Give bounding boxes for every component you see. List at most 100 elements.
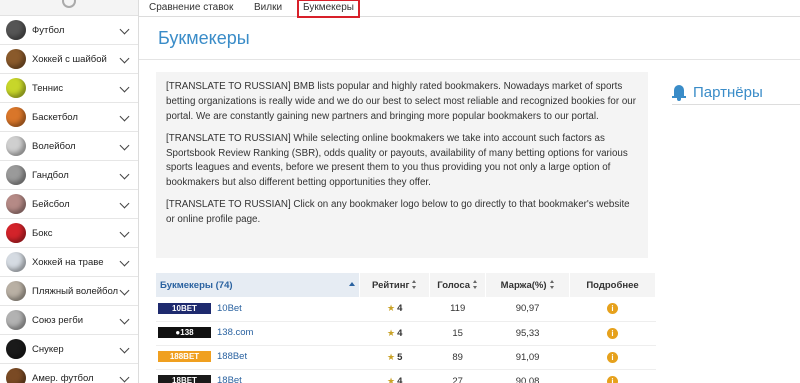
sort-icon bbox=[549, 280, 555, 290]
page-title: Букмекеры bbox=[158, 28, 250, 48]
sidebar-item-sport[interactable]: Волейбол bbox=[0, 132, 138, 161]
margin-cell: 90,97 bbox=[485, 297, 570, 322]
chevron-down-icon[interactable] bbox=[119, 24, 130, 35]
sidebar-item-sport[interactable]: Бейсбол bbox=[0, 190, 138, 219]
column-header-margin[interactable]: Маржа(%) bbox=[485, 273, 571, 297]
rating-cell: ★ 4 bbox=[359, 369, 430, 383]
sidebar-item-sport[interactable]: Бокс bbox=[0, 219, 138, 248]
volleyball-icon bbox=[6, 136, 26, 156]
sidebar-item-sport[interactable]: Пляжный волейбол bbox=[0, 277, 138, 306]
info-icon[interactable]: i bbox=[607, 303, 619, 315]
baseball-icon bbox=[6, 194, 26, 214]
chevron-down-icon[interactable] bbox=[119, 53, 130, 64]
partners-heading: Партнёры bbox=[672, 81, 800, 105]
chevron-down-icon[interactable] bbox=[119, 140, 130, 151]
chevron-down-icon[interactable] bbox=[119, 343, 130, 354]
table-row: 10BET 10Bet ★ 4 119 90,97 i bbox=[156, 297, 656, 322]
sidebar-item-sport[interactable]: Хоккей с шайбой bbox=[0, 45, 138, 74]
rating-cell: ★ 5 bbox=[359, 345, 430, 370]
intro-paragraph: [TRANSLATE TO RUSSIAN] Click on any book… bbox=[166, 199, 630, 226]
sidebar-collapse-handle[interactable] bbox=[0, 0, 138, 16]
chevron-down-icon[interactable] bbox=[119, 285, 130, 296]
chevron-down-icon[interactable] bbox=[119, 372, 130, 383]
sidebar-item-sport[interactable]: Союз регби bbox=[0, 306, 138, 335]
bookmaker-logo[interactable]: ●138 bbox=[158, 327, 211, 339]
rugby-icon bbox=[6, 310, 26, 330]
bookmaker-logo[interactable]: 18BET bbox=[158, 375, 211, 383]
sidebar-item-sport[interactable]: Снукер bbox=[0, 335, 138, 364]
table-row: 188BET 188Bet ★ 5 89 91,09 i bbox=[156, 345, 656, 370]
table-row: ●138 138.com ★ 4 15 95,33 i bbox=[156, 321, 656, 346]
sort-icon bbox=[412, 280, 417, 290]
search-icon[interactable] bbox=[62, 0, 76, 8]
star-icon: ★ bbox=[387, 351, 396, 362]
sidebar-item-sport[interactable]: Теннис bbox=[0, 74, 138, 103]
chevron-down-icon[interactable] bbox=[119, 111, 130, 122]
beach-volleyball-icon bbox=[6, 281, 26, 301]
margin-cell: 91,09 bbox=[485, 345, 570, 370]
bookmaker-link[interactable]: 18Bet bbox=[217, 375, 242, 383]
sidebar-item-label: Пляжный волейбол bbox=[32, 285, 119, 297]
sidebar-item-label: Хоккей с шайбой bbox=[32, 53, 107, 65]
bookmaker-logo[interactable]: 188BET bbox=[158, 351, 211, 363]
chevron-down-icon[interactable] bbox=[119, 227, 130, 238]
sidebar-item-sport[interactable]: Хоккей на траве bbox=[0, 248, 138, 277]
votes-cell: 27 bbox=[429, 369, 486, 383]
sidebar-item-label: Гандбол bbox=[32, 169, 69, 181]
tab-arbitrage[interactable]: Вилки bbox=[250, 0, 286, 17]
sidebar-item-label: Волейбол bbox=[32, 140, 76, 152]
sport-list: Футбол Хоккей с шайбой Теннис Баскетбол Воле… bbox=[0, 16, 138, 383]
rating-cell: ★ 4 bbox=[359, 297, 430, 322]
sidebar-item-label: Союз регби bbox=[32, 314, 84, 326]
sidebar-item-sport[interactable]: Баскетбол bbox=[0, 103, 138, 132]
chevron-down-icon[interactable] bbox=[119, 256, 130, 267]
boxing-icon bbox=[6, 223, 26, 243]
bookmaker-logo[interactable]: 10BET bbox=[158, 303, 211, 315]
intro-box: [TRANSLATE TO RUSSIAN] BMB lists popular… bbox=[156, 72, 648, 258]
info-icon[interactable]: i bbox=[607, 327, 619, 339]
sort-icon bbox=[473, 280, 478, 290]
sidebar-item-label: Теннис bbox=[32, 82, 64, 94]
info-icon[interactable]: i bbox=[607, 375, 619, 383]
column-header-bookmakers[interactable]: Букмекеры (74) bbox=[156, 273, 361, 297]
sidebar-item-sport[interactable]: Футбол bbox=[0, 16, 138, 45]
football-icon bbox=[6, 20, 26, 40]
intro-paragraph: [TRANSLATE TO RUSSIAN] BMB lists popular… bbox=[166, 81, 636, 122]
chevron-down-icon[interactable] bbox=[119, 314, 130, 325]
votes-cell: 15 bbox=[429, 321, 486, 346]
sort-asc-icon bbox=[349, 282, 356, 286]
sidebar-item-label: Амер. футбол bbox=[32, 372, 94, 383]
sidebar-item-label: Футбол bbox=[32, 24, 65, 36]
votes-cell: 119 bbox=[429, 297, 486, 322]
tab-bookmakers[interactable]: Букмекеры bbox=[297, 0, 360, 18]
column-header-rating[interactable]: Рейтинг bbox=[359, 273, 431, 297]
info-icon[interactable]: i bbox=[607, 351, 619, 363]
chevron-down-icon[interactable] bbox=[119, 82, 130, 93]
partners-label: Партнёры bbox=[693, 84, 763, 101]
bookmaker-link[interactable]: 138.com bbox=[217, 327, 253, 338]
sidebar-item-label: Бейсбол bbox=[32, 198, 70, 210]
bookmaker-cell: 10BET 10Bet bbox=[156, 297, 360, 322]
bookmaker-cell: 18BET 18Bet bbox=[156, 369, 360, 383]
bookmaker-link[interactable]: 10Bet bbox=[217, 303, 242, 314]
sidebar-item-label: Бокс bbox=[32, 227, 53, 239]
bell-icon bbox=[672, 84, 686, 101]
bookmaker-link[interactable]: 188Bet bbox=[217, 351, 247, 362]
american-football-icon bbox=[6, 368, 26, 383]
star-icon: ★ bbox=[387, 375, 396, 383]
votes-cell: 89 bbox=[429, 345, 486, 370]
hockey-icon bbox=[6, 49, 26, 69]
field-hockey-icon bbox=[6, 252, 26, 272]
sidebar-item-sport[interactable]: Гандбол bbox=[0, 161, 138, 190]
title-divider bbox=[139, 59, 800, 60]
tab-odds-comparison[interactable]: Сравнение ставок bbox=[145, 0, 237, 17]
more-cell: i bbox=[569, 369, 656, 383]
sports-sidebar: Футбол Хоккей с шайбой Теннис Баскетбол Воле… bbox=[0, 0, 139, 383]
chevron-down-icon[interactable] bbox=[119, 198, 130, 209]
intro-paragraph: [TRANSLATE TO RUSSIAN] While selecting o… bbox=[166, 132, 628, 189]
sidebar-item-sport[interactable]: Амер. футбол bbox=[0, 364, 138, 383]
bookmakers-table: Букмекеры (74) Рейтинг Голоса Маржа(%) П… bbox=[156, 273, 656, 383]
chevron-down-icon[interactable] bbox=[119, 169, 130, 180]
column-header-votes[interactable]: Голоса bbox=[429, 273, 487, 297]
more-cell: i bbox=[569, 321, 656, 346]
